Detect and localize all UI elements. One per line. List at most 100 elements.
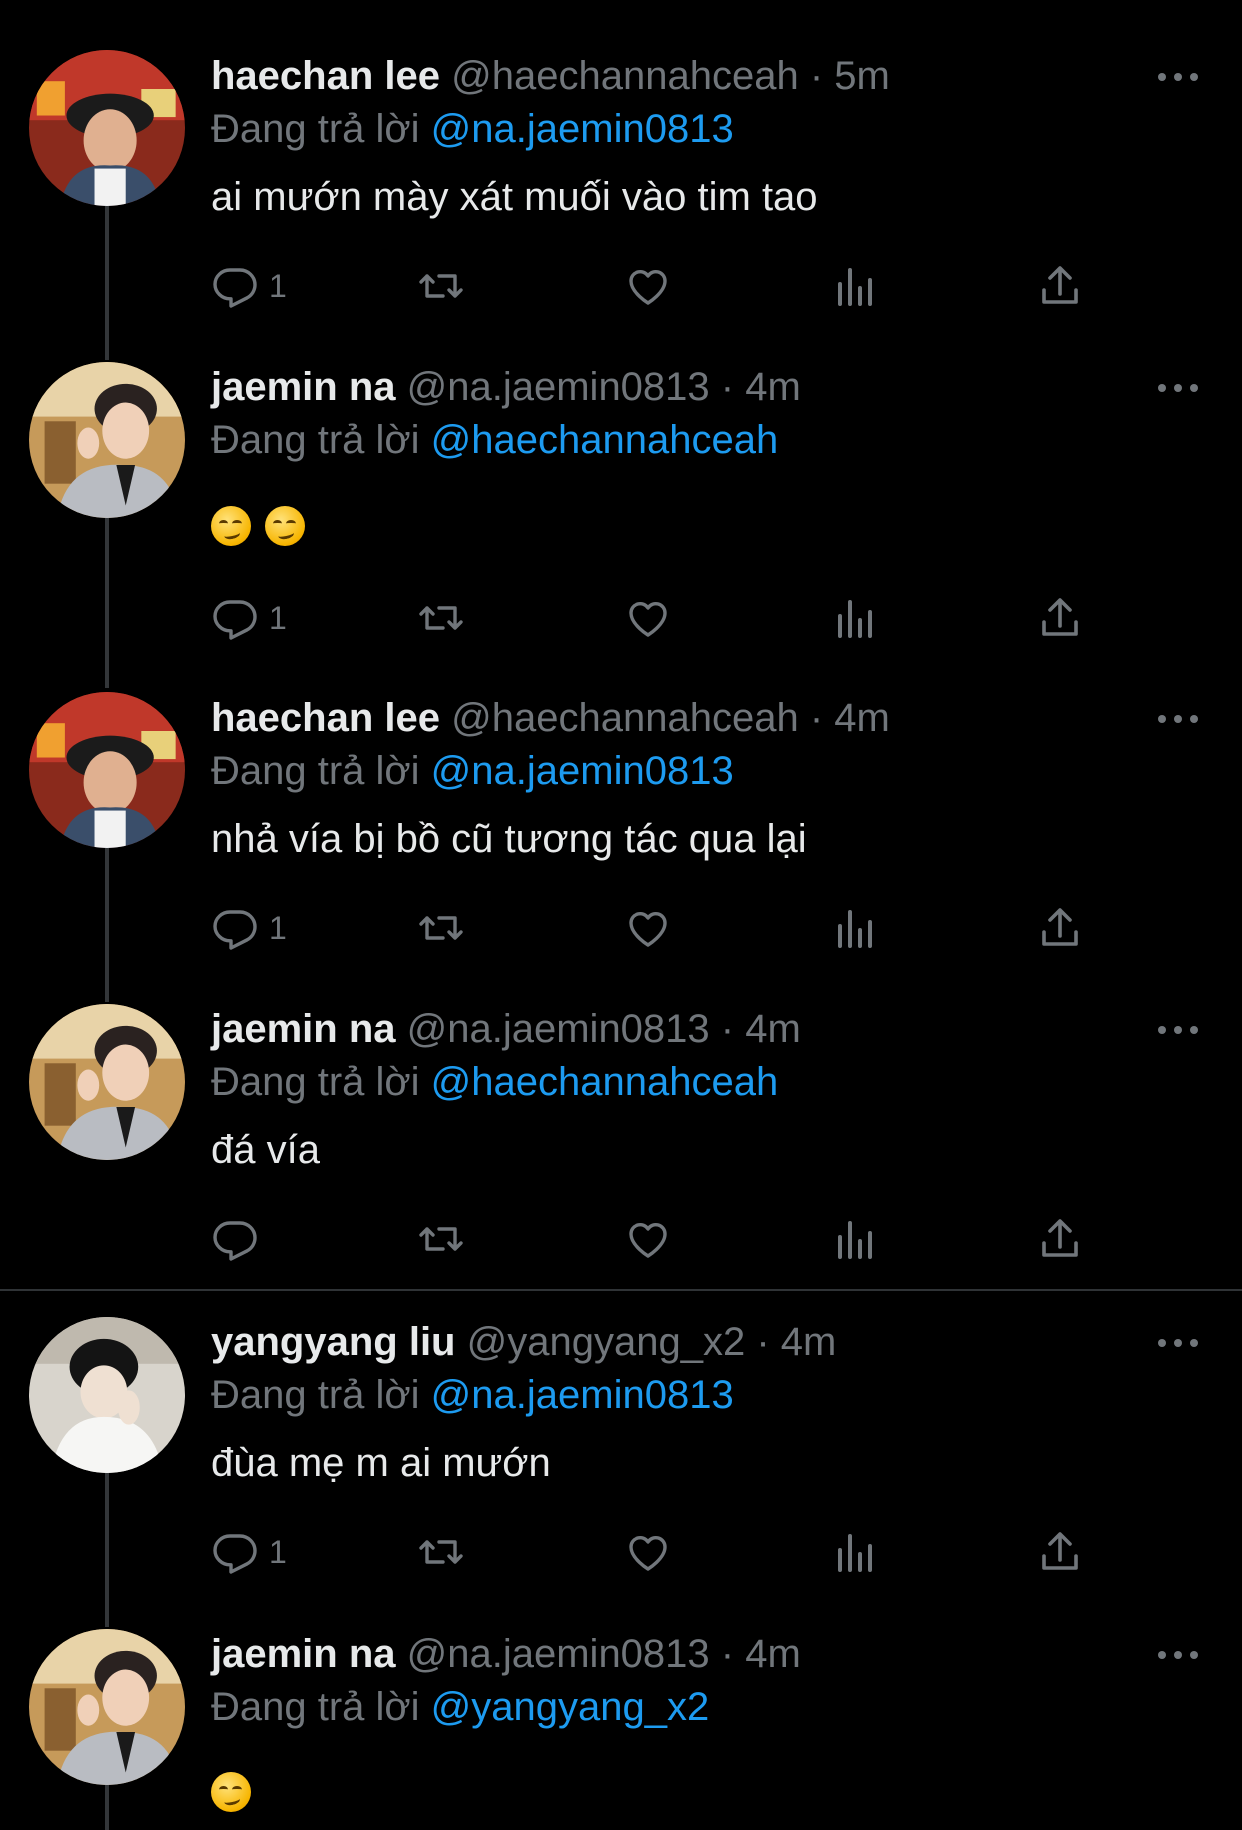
tweet[interactable]: yangyang liu @yangyang_x2 · 4m Đang trả … bbox=[0, 1315, 1242, 1627]
more-icon[interactable] bbox=[1155, 67, 1201, 87]
timestamp[interactable]: 5m bbox=[834, 54, 890, 98]
views-button[interactable] bbox=[830, 1524, 878, 1580]
reply-button[interactable]: 1 bbox=[211, 258, 287, 314]
share-button[interactable] bbox=[1036, 1211, 1084, 1267]
like-button[interactable] bbox=[624, 590, 672, 646]
action-bar: 1 bbox=[211, 900, 1111, 956]
views-button[interactable] bbox=[830, 258, 878, 314]
more-icon[interactable] bbox=[1155, 1020, 1201, 1040]
user-handle[interactable]: @na.jaemin0813 bbox=[407, 365, 710, 409]
separator: · bbox=[720, 1007, 735, 1051]
retweet-icon bbox=[417, 904, 465, 952]
reply-icon bbox=[211, 262, 259, 310]
heart-icon bbox=[624, 1528, 672, 1576]
timestamp[interactable]: 4m bbox=[781, 1320, 837, 1364]
more-icon[interactable] bbox=[1155, 1645, 1201, 1665]
reply-button[interactable] bbox=[211, 1211, 269, 1267]
timestamp[interactable]: 4m bbox=[745, 1007, 801, 1051]
tweet-header: haechan lee @haechannahceah · 4m bbox=[211, 691, 890, 745]
views-icon bbox=[830, 1528, 878, 1576]
display-name[interactable]: jaemin na bbox=[211, 365, 396, 409]
timestamp[interactable]: 4m bbox=[745, 365, 801, 409]
reply-button[interactable]: 1 bbox=[211, 900, 287, 956]
thread-divider bbox=[0, 1289, 1242, 1291]
views-button[interactable] bbox=[830, 1211, 878, 1267]
mention-link[interactable]: @na.jaemin0813 bbox=[431, 107, 734, 151]
retweet-button[interactable] bbox=[417, 1211, 465, 1267]
share-icon bbox=[1036, 1215, 1084, 1263]
mention-link[interactable]: @haechannahceah bbox=[431, 1060, 779, 1104]
tweet[interactable]: jaemin na @na.jaemin0813 · 4m Đang trả l… bbox=[0, 1002, 1242, 1290]
heart-icon bbox=[624, 904, 672, 952]
views-icon bbox=[830, 262, 878, 310]
smirking-face-emoji bbox=[211, 1772, 251, 1813]
reply-icon bbox=[211, 1528, 259, 1576]
share-button[interactable] bbox=[1036, 258, 1084, 314]
tweet[interactable]: haechan lee @haechannahceah · 4m Đang tr… bbox=[0, 688, 1242, 1002]
avatar[interactable] bbox=[29, 1629, 185, 1785]
share-button[interactable] bbox=[1036, 900, 1084, 956]
replying-label: Đang trả lời bbox=[211, 1685, 420, 1729]
tweet-header: jaemin na @na.jaemin0813 · 4m bbox=[211, 360, 801, 414]
display-name[interactable]: jaemin na bbox=[211, 1632, 396, 1676]
avatar[interactable] bbox=[29, 1317, 185, 1473]
avatar[interactable] bbox=[29, 362, 185, 518]
display-name[interactable]: yangyang liu bbox=[211, 1320, 456, 1364]
mention-link[interactable]: @na.jaemin0813 bbox=[431, 749, 734, 793]
mention-link[interactable]: @na.jaemin0813 bbox=[431, 1373, 734, 1417]
replying-label: Đang trả lời bbox=[211, 749, 420, 793]
user-handle[interactable]: @yangyang_x2 bbox=[467, 1320, 746, 1364]
like-button[interactable] bbox=[624, 258, 672, 314]
share-button[interactable] bbox=[1036, 1524, 1084, 1580]
user-handle[interactable]: @haechannahceah bbox=[451, 54, 799, 98]
reply-count: 1 bbox=[269, 1533, 287, 1570]
action-bar: 1 bbox=[211, 1524, 1111, 1580]
more-icon[interactable] bbox=[1155, 378, 1201, 398]
retweet-button[interactable] bbox=[417, 590, 465, 646]
separator: · bbox=[720, 365, 735, 409]
heart-icon bbox=[624, 594, 672, 642]
mention-link[interactable]: @yangyang_x2 bbox=[431, 1685, 710, 1729]
views-button[interactable] bbox=[830, 900, 878, 956]
display-name[interactable]: haechan lee bbox=[211, 54, 440, 98]
retweet-icon bbox=[417, 594, 465, 642]
like-button[interactable] bbox=[624, 1524, 672, 1580]
tweet-text bbox=[211, 496, 319, 552]
tweet[interactable]: jaemin na @na.jaemin0813 · 4m Đang trả l… bbox=[0, 360, 1242, 688]
more-icon[interactable] bbox=[1155, 1333, 1201, 1353]
timestamp[interactable]: 4m bbox=[745, 1632, 801, 1676]
display-name[interactable]: haechan lee bbox=[211, 696, 440, 740]
tweet-text: đùa mẹ m ai mướn bbox=[211, 1441, 551, 1485]
reply-button[interactable]: 1 bbox=[211, 590, 287, 646]
avatar[interactable] bbox=[29, 692, 185, 848]
retweet-button[interactable] bbox=[417, 1524, 465, 1580]
reply-count: 1 bbox=[269, 909, 287, 946]
tweet-text: ai mướn mày xát muối vào tim tao bbox=[211, 175, 818, 219]
retweet-button[interactable] bbox=[417, 258, 465, 314]
user-handle[interactable]: @na.jaemin0813 bbox=[407, 1007, 710, 1051]
views-icon bbox=[830, 904, 878, 952]
timestamp[interactable]: 4m bbox=[834, 696, 890, 740]
reply-button[interactable]: 1 bbox=[211, 1524, 287, 1580]
retweet-button[interactable] bbox=[417, 900, 465, 956]
share-button[interactable] bbox=[1036, 590, 1084, 646]
views-icon bbox=[830, 1215, 878, 1263]
display-name[interactable]: jaemin na bbox=[211, 1007, 396, 1051]
avatar[interactable] bbox=[29, 50, 185, 206]
mention-link[interactable]: @haechannahceah bbox=[431, 418, 779, 462]
tweet[interactable]: jaemin na @na.jaemin0813 · 4m Đang trả l… bbox=[0, 1627, 1242, 1830]
avatar[interactable] bbox=[29, 1004, 185, 1160]
tweet-text bbox=[211, 1762, 265, 1818]
like-button[interactable] bbox=[624, 900, 672, 956]
user-handle[interactable]: @na.jaemin0813 bbox=[407, 1632, 710, 1676]
user-handle[interactable]: @haechannahceah bbox=[451, 696, 799, 740]
like-button[interactable] bbox=[624, 1211, 672, 1267]
tweet-header: jaemin na @na.jaemin0813 · 4m bbox=[211, 1627, 801, 1681]
share-icon bbox=[1036, 1528, 1084, 1576]
more-icon[interactable] bbox=[1155, 709, 1201, 729]
tweet[interactable]: haechan lee @haechannahceah · 5m Đang tr… bbox=[0, 0, 1242, 360]
action-bar: 1 bbox=[211, 590, 1111, 646]
reply-icon bbox=[211, 594, 259, 642]
views-button[interactable] bbox=[830, 590, 878, 646]
action-bar bbox=[211, 1211, 1111, 1267]
